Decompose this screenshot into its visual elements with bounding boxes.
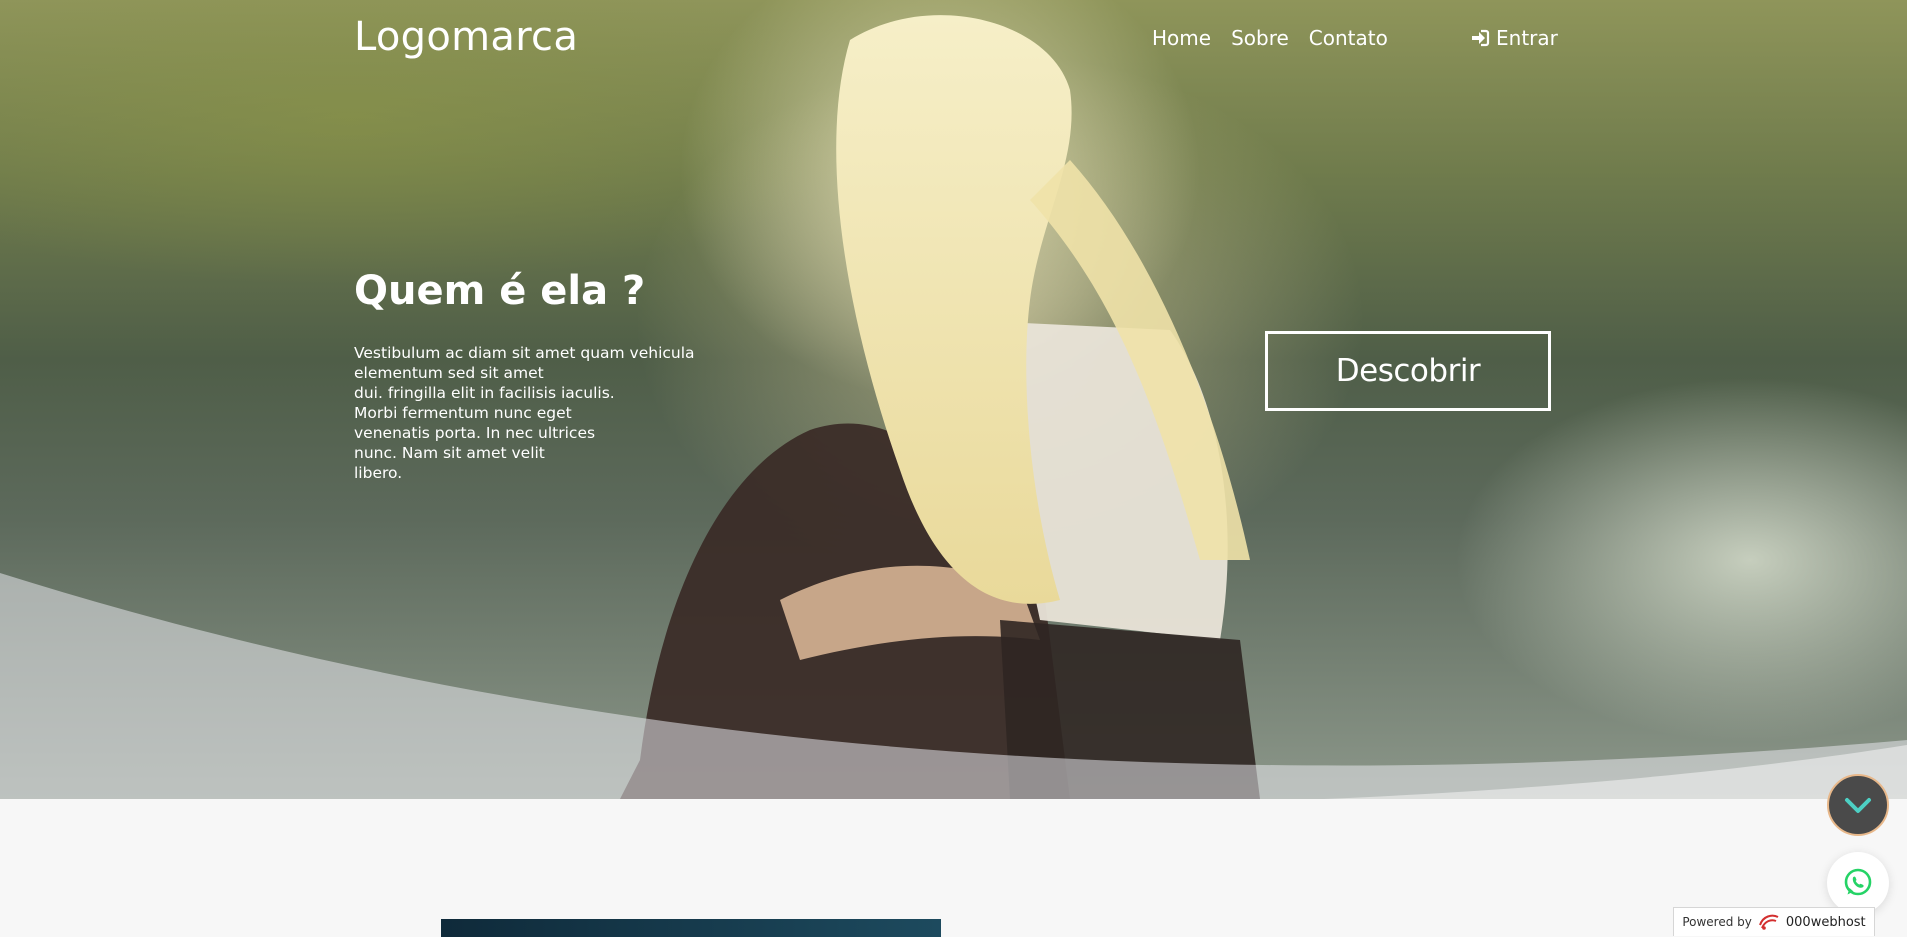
whatsapp-button[interactable]	[1827, 852, 1889, 914]
scroll-down-button[interactable]	[1827, 774, 1889, 836]
login-label: Entrar	[1496, 26, 1558, 50]
hero-bottom-wave	[0, 573, 1907, 799]
login-link[interactable]: Entrar	[1470, 26, 1558, 50]
hero-title: Quem é ela ?	[354, 268, 646, 314]
chevron-down-icon	[1845, 798, 1871, 813]
hosting-badge[interactable]: Powered by 000webhost	[1673, 907, 1875, 936]
content-image-preview	[441, 919, 941, 937]
badge-prefix: Powered by	[1682, 915, 1752, 929]
hero-section: Logomarca Home Sobre Contato Entrar Quem…	[0, 0, 1907, 799]
hero-description: Vestibulum ac diam sit amet quam vehicul…	[354, 344, 695, 482]
nav-home-link[interactable]: Home	[1152, 26, 1211, 50]
sign-in-icon	[1472, 29, 1490, 47]
badge-brand: 000webhost	[1785, 914, 1866, 930]
nav-sobre-link[interactable]: Sobre	[1231, 26, 1289, 50]
whatsapp-icon	[1844, 868, 1872, 896]
000webhost-logo-icon	[1758, 914, 1779, 930]
main-nav: Home Sobre Contato	[1152, 26, 1388, 50]
site-logo[interactable]: Logomarca	[354, 14, 578, 60]
nav-contato-link[interactable]: Contato	[1309, 26, 1388, 50]
discover-button[interactable]: Descobrir	[1265, 331, 1551, 411]
